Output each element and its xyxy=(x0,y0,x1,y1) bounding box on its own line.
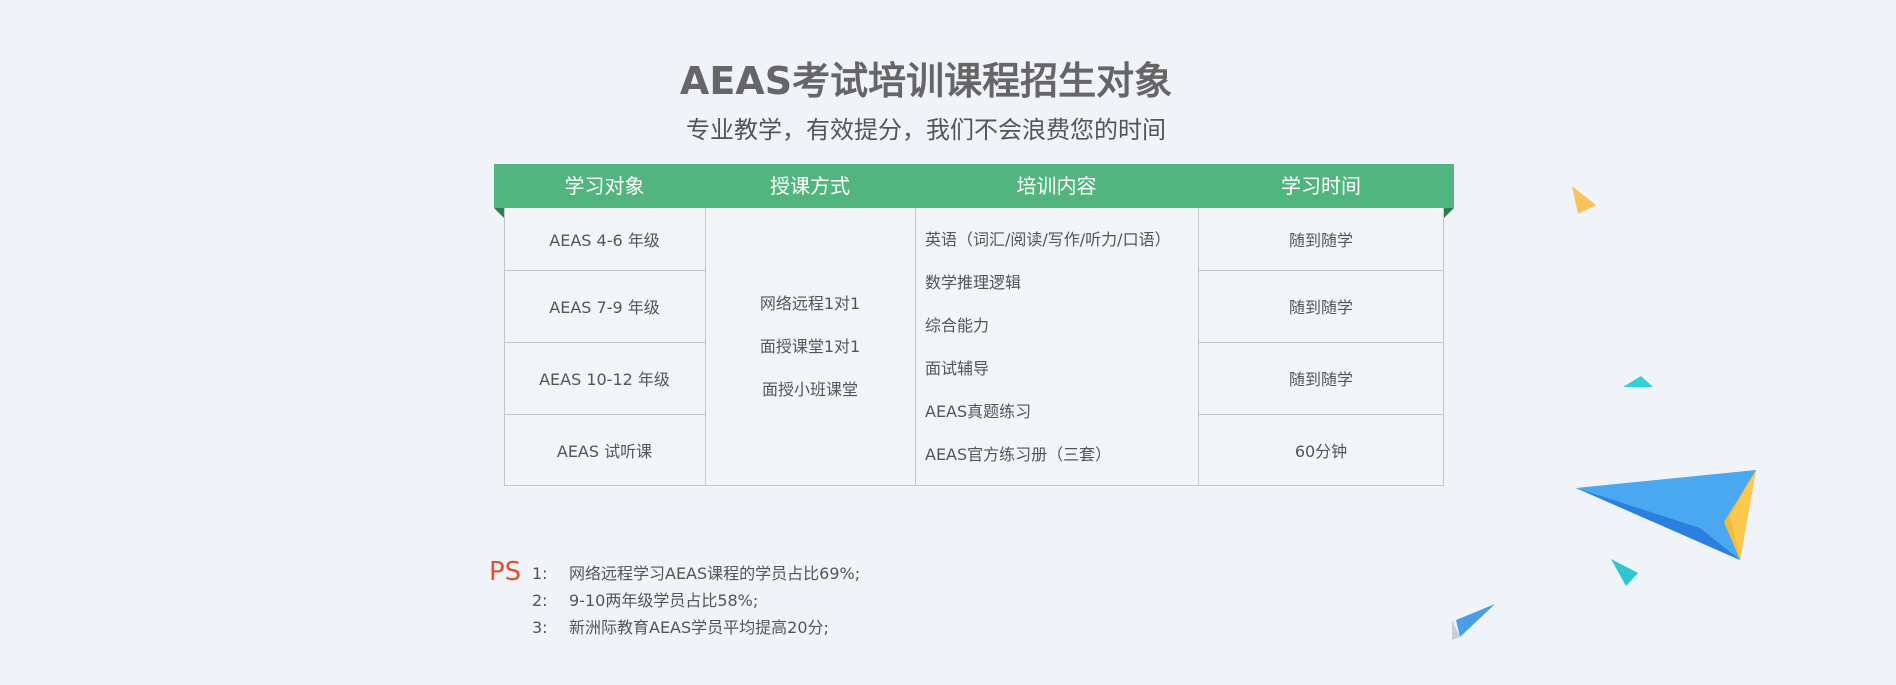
triangle-icon xyxy=(1611,559,1638,586)
paper-plane-icon xyxy=(1576,470,1756,560)
page: AEAS考试培训课程招生对象 专业教学，有效提分，我们不会浪费您的时间 学习对象… xyxy=(0,0,1896,685)
decorative-shapes xyxy=(1452,186,1756,640)
triangle-icon xyxy=(1572,186,1596,214)
paper-plane-icon xyxy=(1452,604,1495,640)
triangle-icon xyxy=(1623,376,1653,387)
